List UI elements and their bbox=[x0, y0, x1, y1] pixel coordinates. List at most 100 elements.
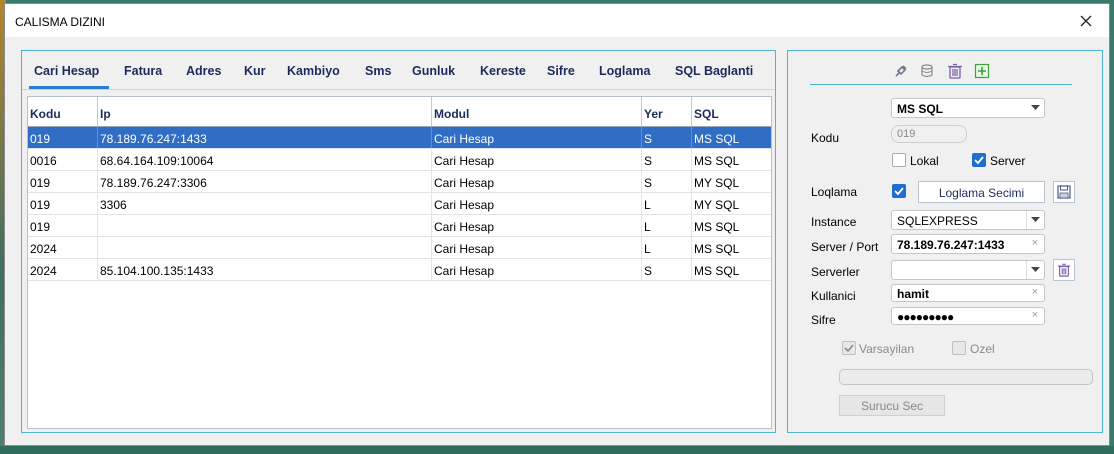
cell-yer: S bbox=[642, 127, 692, 148]
clear-icon[interactable]: × bbox=[1032, 309, 1038, 321]
kullanici-value: hamit bbox=[897, 287, 930, 301]
table-row[interactable]: 019 78.189.76.247:3306 Cari Hesap S MY S… bbox=[28, 171, 771, 193]
kodu-field[interactable]: 019 bbox=[891, 125, 967, 143]
lokal-checkbox[interactable] bbox=[892, 153, 906, 167]
grid-header: Kodu Ip Modul Yer SQL bbox=[28, 97, 771, 127]
table-row[interactable]: 0016 68.64.164.109:10064 Cari Hesap S MS… bbox=[28, 149, 771, 171]
cell-ip: 78.189.76.247:3306 bbox=[98, 171, 432, 192]
table-row[interactable]: 019 78.189.76.247:1433 Cari Hesap S MS S… bbox=[28, 127, 771, 149]
tab-fatura[interactable]: Fatura bbox=[124, 64, 162, 78]
sifre-input[interactable]: ●●●●●●●●● × bbox=[891, 307, 1045, 325]
instance-label: Instance bbox=[811, 215, 857, 229]
cell-kodu: 019 bbox=[28, 215, 98, 236]
cell-ip bbox=[98, 215, 432, 236]
calisma-dizini-window: CALISMA DIZINI Cari Hesap Fatura Adres K… bbox=[4, 3, 1110, 446]
tab-sms[interactable]: Sms bbox=[365, 64, 391, 78]
server-port-value: 78.189.76.247:1433 bbox=[897, 238, 1005, 252]
cell-ip: 68.64.164.109:10064 bbox=[98, 149, 432, 170]
tab-kur[interactable]: Kur bbox=[244, 64, 266, 78]
module-panel: Cari Hesap Fatura Adres Kur Kambiyo Sms … bbox=[21, 50, 776, 433]
connection-grid[interactable]: Kodu Ip Modul Yer SQL 019 78.189.76.247:… bbox=[27, 96, 772, 429]
cell-yer: L bbox=[642, 237, 692, 258]
varsayilan-checkbox[interactable] bbox=[842, 341, 856, 355]
cell-modul: Cari Hesap bbox=[432, 193, 642, 214]
kullanici-input[interactable]: hamit × bbox=[891, 284, 1045, 302]
progress-bar bbox=[839, 369, 1093, 385]
tab-loglama[interactable]: Loglama bbox=[599, 64, 650, 78]
serverler-select[interactable] bbox=[891, 260, 1045, 280]
column-header-sql[interactable]: SQL bbox=[692, 97, 771, 126]
close-icon bbox=[1080, 15, 1092, 27]
close-button[interactable] bbox=[1071, 8, 1101, 34]
loglama-checkbox[interactable] bbox=[892, 184, 906, 198]
column-header-ip[interactable]: Ip bbox=[98, 97, 432, 126]
cell-ip: 85.104.100.135:1433 bbox=[98, 259, 432, 280]
serverler-label: Serverler bbox=[811, 265, 860, 279]
server-port-input[interactable]: 78.189.76.247:1433 × bbox=[891, 234, 1045, 254]
tab-strip: Cari Hesap Fatura Adres Kur Kambiyo Sms … bbox=[22, 51, 775, 90]
cell-kodu: 2024 bbox=[28, 259, 98, 280]
chevron-down-icon bbox=[1026, 99, 1044, 117]
database-icon[interactable] bbox=[919, 62, 937, 80]
cell-modul: Cari Hesap bbox=[432, 127, 642, 148]
server-port-label: Server / Port bbox=[811, 240, 879, 254]
table-row[interactable]: 2024 Cari Hesap L MS SQL bbox=[28, 237, 771, 259]
delete-server-button[interactable] bbox=[1053, 259, 1075, 281]
kullanici-label: Kullanici bbox=[811, 289, 856, 303]
instance-value: SQLEXPRESS bbox=[897, 214, 978, 228]
surucu-sec-button[interactable]: Surucu Sec bbox=[839, 395, 945, 416]
sifre-label: Sifre bbox=[811, 313, 836, 327]
sifre-value: ●●●●●●●●● bbox=[897, 310, 954, 324]
column-header-kodu[interactable]: Kodu bbox=[28, 97, 98, 126]
tab-kereste[interactable]: Kereste bbox=[480, 64, 526, 78]
toolbar-divider bbox=[810, 84, 1072, 85]
cell-modul: Cari Hesap bbox=[432, 237, 642, 258]
tab-adres[interactable]: Adres bbox=[186, 64, 221, 78]
tab-kambiyo[interactable]: Kambiyo bbox=[287, 64, 340, 78]
tab-cari-hesap[interactable]: Cari Hesap bbox=[34, 64, 99, 78]
cell-ip: 78.189.76.247:1433 bbox=[98, 127, 432, 148]
lokal-label: Lokal bbox=[910, 154, 939, 168]
save-icon bbox=[1057, 185, 1071, 199]
add-icon[interactable] bbox=[973, 62, 991, 80]
table-row[interactable]: 019 Cari Hesap L MS SQL bbox=[28, 215, 771, 237]
loglama-secimi-button[interactable]: Loglama Secimi bbox=[918, 181, 1045, 203]
save-button[interactable] bbox=[1053, 181, 1075, 203]
desktop-bottom bbox=[0, 446, 1114, 454]
cell-kodu: 2024 bbox=[28, 237, 98, 258]
cell-sql: MS SQL bbox=[694, 154, 740, 168]
cell-yer: S bbox=[642, 149, 692, 170]
cell-sql: MS SQL bbox=[694, 264, 740, 278]
trash-icon bbox=[1057, 263, 1071, 277]
sql-type-value: MS SQL bbox=[897, 102, 944, 116]
window-title: CALISMA DIZINI bbox=[15, 15, 106, 29]
tab-sql-baglanti[interactable]: SQL Baglanti bbox=[675, 64, 753, 78]
cell-sql: MY SQL bbox=[694, 176, 740, 190]
cell-sql: MS SQL bbox=[694, 132, 740, 146]
plug-icon[interactable] bbox=[892, 62, 910, 80]
column-header-modul[interactable]: Modul bbox=[432, 97, 642, 126]
instance-select[interactable]: SQLEXPRESS bbox=[891, 210, 1045, 230]
server-checkbox[interactable] bbox=[972, 153, 986, 167]
cell-yer: L bbox=[642, 215, 692, 236]
cell-sql: MY SQL bbox=[694, 198, 740, 212]
column-header-yer[interactable]: Yer bbox=[642, 97, 692, 126]
clear-icon[interactable]: × bbox=[1032, 286, 1038, 298]
cell-kodu: 0016 bbox=[28, 149, 98, 170]
table-row[interactable]: 019 3306 Cari Hesap L MY SQL bbox=[28, 193, 771, 215]
cell-modul: Cari Hesap bbox=[432, 215, 642, 236]
cell-yer: S bbox=[642, 171, 692, 192]
clear-icon[interactable]: × bbox=[1032, 237, 1038, 249]
kodu-label: Kodu bbox=[811, 131, 840, 145]
sql-type-select[interactable]: MS SQL bbox=[891, 98, 1045, 118]
loglama-label: Loqlama bbox=[811, 185, 858, 199]
connection-settings-panel: MS SQL Kodu 019 Lokal Server Loqlama Log… bbox=[787, 50, 1103, 433]
tab-gunluk[interactable]: Gunluk bbox=[412, 64, 455, 78]
table-row[interactable]: 2024 85.104.100.135:1433 Cari Hesap S MS… bbox=[28, 259, 771, 281]
tab-sifre[interactable]: Sifre bbox=[547, 64, 575, 78]
ozel-checkbox[interactable] bbox=[952, 341, 966, 355]
cell-sql: MS SQL bbox=[694, 242, 740, 256]
cell-ip bbox=[98, 237, 432, 258]
check-icon bbox=[894, 187, 904, 196]
trash-icon[interactable] bbox=[946, 62, 964, 80]
